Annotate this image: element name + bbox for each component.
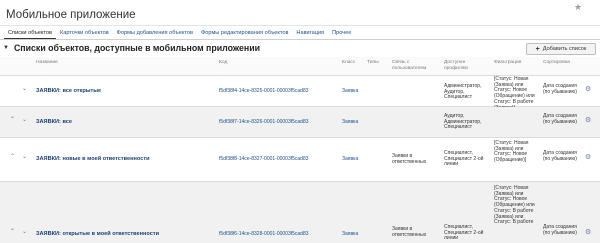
list-name[interactable]: ЗАЯВКИ: новые в моей ответственности [36,156,150,163]
collapse-icon[interactable]: ▼ [3,45,9,51]
star-icon[interactable]: ★ [574,2,582,13]
list-user-link: Заявки в ответственных [392,153,427,165]
list-name[interactable]: ЗАЯВКИ: все открытые [36,88,101,95]
list-class[interactable]: Заявка [342,88,358,95]
page-title: Мобильное приложение [6,9,136,21]
list-class[interactable]: Заявка [342,119,358,126]
table-header: Название Код Класс Типы Связь с пользова… [0,57,600,76]
list-sort: Дата создания (по убыванию) [543,224,577,236]
list-profiles: Специалист, Специалист 2-ой линии [444,150,484,168]
table-row[interactable]: ⌃ ⌄ ЗАЯВКИ: открытые в моей ответственно… [0,182,600,243]
list-profiles: Администратор, Аудитор, Специалист [444,83,482,101]
header-user-link[interactable]: Связь с пользователем [392,60,436,71]
table-row[interactable]: ⌄ ЗАЯВКИ: все открытые f5df38f4-14ce-832… [0,76,600,110]
move-down-icon[interactable]: ⌄ [22,86,27,93]
list-code: f5df38f4-14ce-8325-0001-00003f5cad83 [219,88,309,94]
list-name[interactable]: ЗАЯВКИ: открытые в моей ответственности [36,231,159,238]
list-sort: Дата создания (по убыванию) [543,150,577,162]
move-down-icon[interactable]: ⌄ [22,154,27,161]
header-name[interactable]: Название [36,60,58,66]
tabs-divider [0,39,600,40]
add-list-label: Добавить список [542,46,587,52]
list-sort: Дата создания (по убыванию) [543,83,577,95]
settings-icon[interactable]: ⚙ [585,229,591,236]
tab-bar: Списки объектов Карточки объектов Формы … [4,27,355,39]
tab-edit-forms[interactable]: Формы редактирования объектов [197,27,292,39]
move-down-icon[interactable]: ⌄ [22,117,27,124]
list-filter: [Статус: Новая (Заявка) или Статус: Ново… [494,140,529,164]
tab-add-forms[interactable]: Формы добавления объектов [113,27,197,39]
list-class[interactable]: Заявка [342,156,358,163]
plus-icon: + [535,45,540,53]
title-divider [0,25,600,26]
header-types[interactable]: Типы [367,60,379,66]
move-down-icon[interactable]: ⌄ [22,229,27,236]
section-title: Списки объектов, доступные в мобильном п… [13,43,261,53]
list-sort: Дата создания (по убыванию) [543,113,577,125]
tab-other[interactable]: Прочее [328,27,355,39]
tab-object-lists[interactable]: Списки объектов [4,27,56,39]
lists-table: Название Код Класс Типы Связь с пользова… [0,57,600,243]
header-profiles[interactable]: Доступен профилям [444,60,488,71]
move-up-icon[interactable]: ⌃ [10,117,15,124]
header-sort[interactable]: Сортировка [543,60,570,66]
move-up-icon[interactable]: ⌃ [10,154,15,161]
list-profiles: Специалист, Специалист 2-ой линии [444,224,484,242]
settings-icon[interactable]: ⚙ [585,154,591,161]
list-code: f5df38f7-14ce-8326-0001-00003f5cad83 [219,119,309,125]
settings-icon[interactable]: ⚙ [585,86,591,93]
table-row[interactable]: ⌃ ⌄ ЗАЯВКИ: все f5df38f7-14ce-8326-0001-… [0,107,600,138]
tab-object-cards[interactable]: Карточки объектов [56,27,113,39]
list-filter: [Статус: Новая (Заявка) или Статус: Ново… [494,185,535,226]
list-code: f5df38f8-14ce-8327-0001-00003f5cad83 [219,156,309,162]
settings-icon[interactable]: ⚙ [585,117,591,124]
table-row[interactable]: ⌃ ⌄ ЗАЯВКИ: новые в моей ответственности… [0,138,600,182]
move-up-icon[interactable]: ⌃ [10,229,15,236]
tab-navigation[interactable]: Навигация [292,27,328,39]
list-class[interactable]: Заявка [342,231,358,238]
list-user-link: Заявки в ответственных [392,226,427,238]
list-profiles: Аудитор, Администратор, Специалист [444,113,482,131]
add-list-button[interactable]: + Добавить список [526,43,596,55]
list-name[interactable]: ЗАЯВКИ: все [36,119,72,126]
header-class[interactable]: Класс [342,60,355,66]
header-code[interactable]: Код [219,60,227,66]
section-header: ▼ Списки объектов, доступные в мобильном… [3,43,260,53]
header-filter[interactable]: Фильтрация [494,60,521,66]
list-code: f5df38f6-14ce-8328-0001-00003f5cad83 [219,231,309,237]
